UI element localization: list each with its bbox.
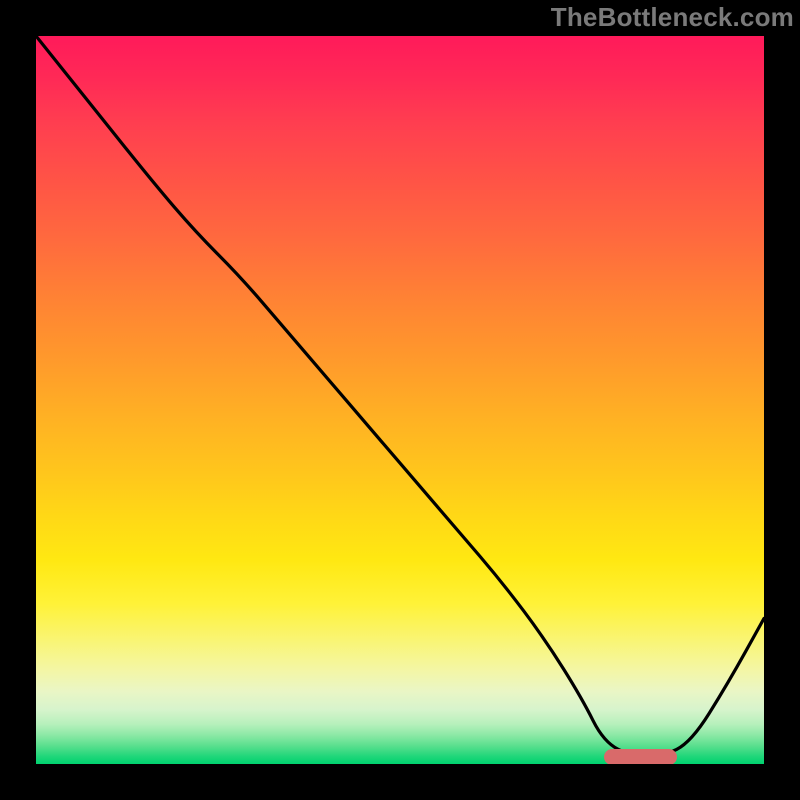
watermark-text: TheBottleneck.com [551, 2, 794, 33]
bottleneck-curve [36, 36, 764, 764]
plot-area [36, 36, 764, 764]
curve-path [36, 36, 764, 757]
optimal-range-marker [604, 749, 677, 764]
chart-frame: TheBottleneck.com [0, 0, 800, 800]
